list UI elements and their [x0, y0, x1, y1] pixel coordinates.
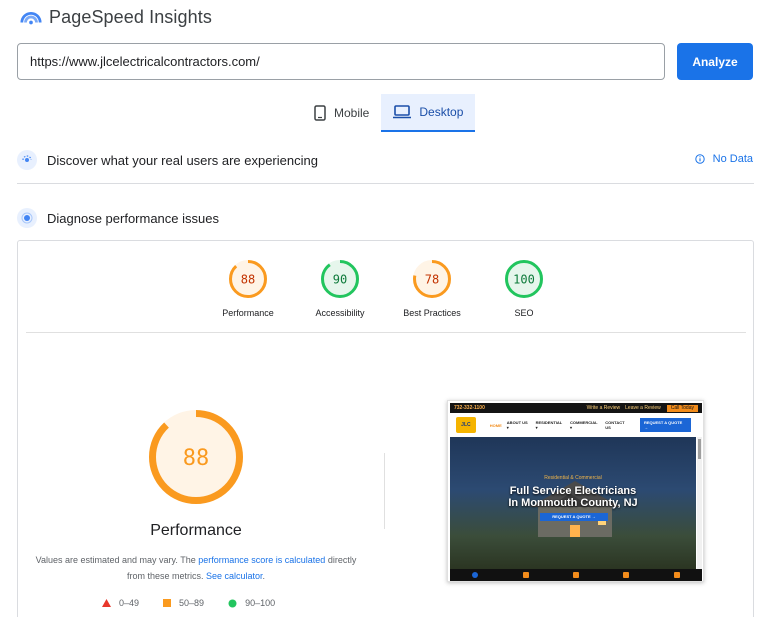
site-nav-quote-button: REQUEST A QUOTE →: [639, 418, 691, 432]
desktop-icon: [393, 105, 412, 119]
legend-range: 90–100: [245, 598, 276, 608]
site-hero-headline: Full Service Electricians In Monmouth Co…: [450, 485, 696, 509]
site-nav-item: HOME: [489, 422, 502, 428]
car-icon: [522, 572, 529, 578]
site-nav: JLC HOME ABOUT US ▾ RESIDENTIAL ▾ COMMER…: [450, 413, 702, 437]
gauge-best-practices[interactable]: 78 Best Practices: [387, 259, 477, 318]
phone-icon: [314, 105, 326, 121]
real-users-title: Discover what your real users are experi…: [47, 152, 318, 168]
gauge-score: 88: [241, 272, 255, 286]
performance-big-label: Performance: [150, 522, 242, 539]
gauge-divider: [26, 332, 746, 333]
site-topbar-link: Leave a Review: [625, 405, 661, 411]
gauge-ring: 88: [229, 260, 267, 298]
site-phone: 732-332-1100: [454, 405, 485, 411]
estimate-note: Values are estimated and may vary. The p…: [32, 552, 360, 584]
app-title: PageSpeed Insights: [49, 6, 212, 27]
gauge-ring: 78: [413, 260, 451, 298]
bulb-icon: [673, 572, 680, 578]
gauge-seo[interactable]: 100 SEO: [479, 259, 569, 318]
site-nav-item: ABOUT US ▾: [506, 420, 528, 430]
gauge-label: Best Practices: [403, 308, 461, 318]
site-hero: Residential & Commercial Full Service El…: [450, 437, 696, 569]
performance-big-gauge: 88: [149, 410, 243, 504]
site-topbar: 732-332-1100 Write a Review Leave a Revi…: [450, 403, 702, 413]
device-tabs: Mobile Desktop: [302, 94, 476, 132]
gauge-accessibility[interactable]: 90 Accessibility: [295, 259, 385, 318]
score-legend: 0–49 50–89 90–100: [102, 598, 299, 608]
app-header: PageSpeed Insights: [20, 6, 212, 28]
diagnose-icon: [17, 208, 37, 228]
site-scrollbar: [697, 437, 702, 569]
flame-icon: [572, 572, 579, 578]
square-icon: [163, 599, 172, 607]
site-hero-headline-line: Full Service Electricians: [509, 485, 637, 497]
site-nav-item: CONTACT US: [605, 420, 625, 430]
site-hero-headline-line: In Monmouth County, NJ: [508, 497, 638, 509]
site-hero-cta: REQUEST A QUOTE →: [540, 513, 608, 521]
gauge-score: 100: [513, 272, 535, 286]
diagnose-title: Diagnose performance issues: [47, 210, 219, 226]
gauge-ring: 100: [505, 260, 543, 298]
site-service-icons: [450, 569, 702, 581]
performance-score-link[interactable]: performance score is calculated: [198, 555, 325, 565]
site-topbar-button: Call Today: [666, 404, 698, 412]
users-icon: [17, 150, 37, 170]
no-data-label: No Data: [712, 153, 753, 165]
vertical-separator: [384, 453, 385, 529]
legend-average: 50–89: [163, 598, 204, 608]
note-text: Values are estimated and may vary. The: [35, 555, 199, 565]
info-icon: [694, 154, 705, 164]
gauge-label: SEO: [514, 308, 534, 318]
gauge-performance[interactable]: 88 Performance: [203, 259, 293, 318]
note-text: .: [262, 571, 266, 581]
tab-mobile[interactable]: Mobile: [302, 94, 381, 132]
tools-icon: [623, 572, 630, 578]
site-logo: JLC: [456, 417, 476, 433]
pagespeed-logo-icon: [20, 11, 42, 25]
site-nav-item: RESIDENTIAL ▾: [535, 420, 563, 430]
site-hero-eyebrow: Residential & Commercial: [544, 475, 602, 481]
gauge-label: Performance: [222, 308, 274, 318]
tab-desktop-label: Desktop: [419, 105, 464, 119]
section-divider: [17, 183, 754, 184]
legend-pass: 90–100: [228, 598, 275, 608]
site-topbar-link: Write a Review: [586, 405, 621, 411]
diagnose-section: Diagnose performance issues: [17, 208, 219, 228]
legend-range: 0–49: [119, 598, 140, 608]
see-calculator-link[interactable]: See calculator: [206, 571, 263, 581]
real-users-section: Discover what your real users are experi…: [17, 150, 318, 170]
site-nav-item: COMMERCIAL ▾: [569, 420, 598, 430]
legend-fail: 0–49: [102, 598, 139, 608]
page-screenshot: 732-332-1100 Write a Review Leave a Revi…: [447, 400, 704, 582]
triangle-icon: [102, 599, 111, 607]
accessibility-icon: [472, 572, 479, 578]
report-card: 88 Performance 90 Accessibility 78 Best …: [17, 240, 754, 617]
no-data-status[interactable]: No Data: [694, 153, 753, 165]
gauge-label: Accessibility: [315, 308, 365, 318]
circle-icon: [228, 599, 237, 607]
url-input[interactable]: [17, 43, 665, 80]
gauge-score: 78: [425, 272, 439, 286]
gauge-score: 88: [183, 446, 210, 471]
tab-mobile-label: Mobile: [334, 106, 370, 120]
gauge-score: 90: [333, 272, 347, 286]
tab-desktop[interactable]: Desktop: [381, 94, 476, 132]
analyze-button[interactable]: Analyze: [677, 43, 753, 80]
gauge-ring: 90: [321, 260, 359, 298]
legend-range: 50–89: [179, 598, 205, 608]
